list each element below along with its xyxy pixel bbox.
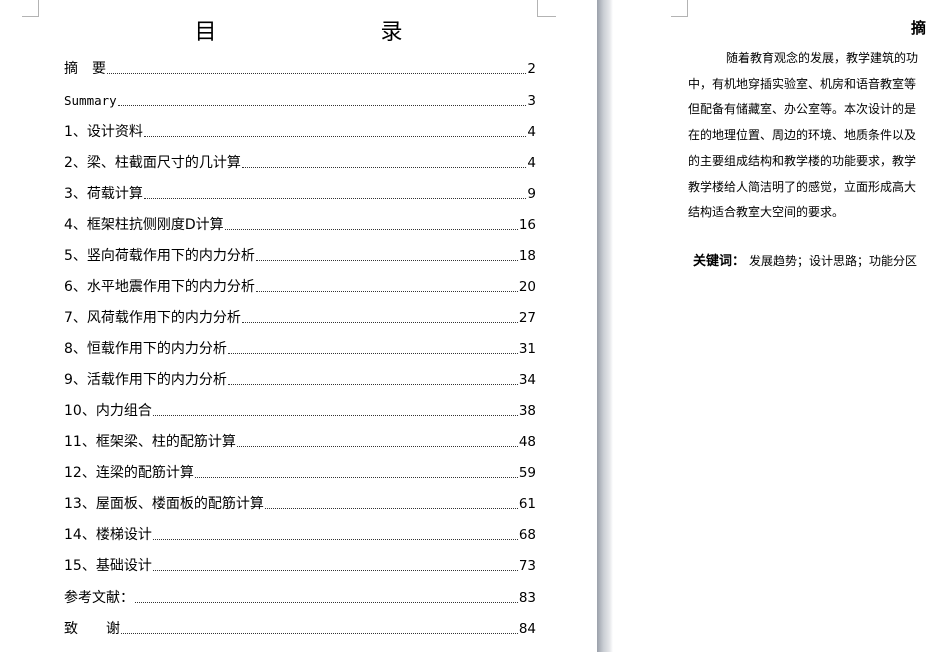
toc-leader-dots [152, 415, 518, 416]
toc-leader-dots [255, 291, 518, 292]
toc-entry-label: 10、内力组合 [64, 403, 152, 419]
toc-entry[interactable]: 1、设计资料 4 [64, 119, 536, 141]
toc-entry-label: 2、梁、柱截面尺寸的几计算 [64, 155, 241, 171]
toc-entry-page: 27 [518, 310, 536, 326]
keywords-line: 关键词： 发展趋势；设计思路；功能分区 [693, 250, 917, 269]
toc-entry-label: 摘 要 [64, 61, 106, 77]
toc-leader-dots [241, 322, 518, 323]
toc-entry[interactable]: 摘 要 2 [64, 56, 536, 78]
toc-leader-dots [194, 477, 518, 478]
toc-entry-label: 致 谢 [64, 621, 120, 637]
abstract-line: 但配备有储藏室、办公室等。本次设计的是 [688, 102, 917, 116]
toc-entry[interactable]: 12、连梁的配筋计算 59 [64, 460, 536, 482]
toc-leader-dots [241, 167, 527, 168]
toc-entry[interactable]: 10、内力组合 38 [64, 398, 536, 420]
abstract-line: 在的地理位置、周边的环境、地质条件以及 [688, 128, 917, 142]
abstract-title: 摘 [911, 19, 927, 37]
keywords-label: 关键词： [693, 254, 746, 269]
toc-entry-label: 8、恒载作用下的内力分析 [64, 341, 227, 357]
page-gutter [597, 0, 613, 652]
toc-entry-label: 7、风荷载作用下的内力分析 [64, 310, 241, 326]
toc-entry-page: 4 [527, 124, 536, 140]
toc-entry-label: 3、荷载计算 [64, 186, 143, 202]
toc-entry-label: 5、竖向荷载作用下的内力分析 [64, 248, 255, 264]
toc-entry[interactable]: 7、风荷载作用下的内力分析 27 [64, 305, 536, 327]
toc-entry[interactable]: 2、梁、柱截面尺寸的几计算 4 [64, 150, 536, 172]
toc-leader-dots [121, 633, 518, 634]
toc-entry[interactable]: 13、屋面板、楼面板的配筋计算 61 [64, 491, 536, 513]
toc-entry[interactable]: 6、水平地震作用下的内力分析 20 [64, 274, 536, 296]
toc-leader-dots [227, 353, 518, 354]
toc-entry-page: 83 [518, 590, 536, 606]
toc-entry-page: 38 [518, 403, 536, 419]
toc-leader-dots [143, 198, 527, 199]
toc-entry-page: 59 [518, 465, 536, 481]
toc-entry[interactable]: 4、框架柱抗侧刚度D计算 16 [64, 212, 536, 234]
toc-entry-page: 3 [527, 93, 536, 109]
abstract-line: 的主要组成结构和教学楼的功能要求，教学 [688, 154, 917, 168]
toc-entry-label: 12、连梁的配筋计算 [64, 465, 194, 481]
toc-entry-page: 31 [518, 341, 536, 357]
toc-entry-page: 2 [527, 61, 536, 77]
toc-entry-page: 48 [518, 434, 536, 450]
toc-entry-label: 1、设计资料 [64, 124, 143, 140]
toc-entry-label: 4、框架柱抗侧刚度D计算 [64, 217, 224, 233]
toc-entry[interactable]: 11、框架梁、柱的配筋计算 48 [64, 429, 536, 451]
toc-entry-page: 9 [527, 186, 536, 202]
toc-entry[interactable]: 致 谢 84 [64, 616, 536, 638]
toc-entry-page: 16 [518, 217, 536, 233]
toc-entry-label: Summary [64, 93, 117, 108]
toc-entry[interactable]: Summary 3 [64, 88, 536, 110]
toc-entry-page: 18 [518, 248, 536, 264]
toc-entry-label: 13、屋面板、楼面板的配筋计算 [64, 496, 264, 512]
abstract-page: 摘 随着教育观念的发展，教学建筑的功中，有机地穿插实验室、机房和语音教室等 但配备… [613, 0, 933, 652]
abstract-line: 中，有机地穿插实验室、机房和语音教室等 [688, 77, 917, 91]
keywords-text: 发展趋势；设计思路；功能分区 [749, 254, 918, 268]
toc-entry-label: 参考文献： [64, 590, 134, 606]
toc-entry[interactable]: 5、竖向荷载作用下的内力分析 18 [64, 243, 536, 265]
abstract-line: 随着教育观念的发展，教学建筑的功 [726, 51, 919, 65]
toc-leader-dots [152, 539, 518, 540]
toc-entry-label: 6、水平地震作用下的内力分析 [64, 279, 255, 295]
toc-leader-dots [255, 260, 518, 261]
toc-entry-page: 84 [518, 621, 536, 637]
toc-entry-label: 9、活载作用下的内力分析 [64, 372, 227, 388]
toc-entry[interactable]: 15、基础设计 73 [64, 553, 536, 575]
toc-leader-dots [117, 105, 527, 106]
toc-entry-label: 15、基础设计 [64, 558, 152, 574]
toc-entry-label: 14、楼梯设计 [64, 527, 152, 543]
toc-leader-dots [143, 136, 527, 137]
toc-leader-dots [264, 508, 518, 509]
toc-entry-label: 11、框架梁、柱的配筋计算 [64, 434, 236, 450]
toc-leader-dots [152, 570, 518, 571]
toc-entry-page: 20 [518, 279, 536, 295]
toc-leader-dots [224, 229, 518, 230]
toc-entry[interactable]: 14、楼梯设计 68 [64, 522, 536, 544]
toc-leader-dots [236, 446, 518, 447]
toc-leader-dots [107, 73, 527, 74]
toc-title: 目 录 [194, 20, 443, 45]
crop-mark-top-left [671, 0, 688, 17]
toc-entry[interactable]: 9、活载作用下的内力分析 34 [64, 367, 536, 389]
abstract-line: 结构适合教室大空间的要求。 [688, 205, 845, 219]
toc-entry-page: 61 [518, 496, 536, 512]
toc-leader-dots [135, 602, 518, 603]
toc-entry-page: 34 [518, 372, 536, 388]
abstract-line: 教学楼给人简洁明了的感觉，立面形成高大 [688, 180, 917, 194]
toc-entry[interactable]: 3、荷载计算 9 [64, 181, 536, 203]
toc-entry[interactable]: 8、恒载作用下的内力分析 31 [64, 336, 536, 358]
toc-entry-page: 68 [518, 527, 536, 543]
toc-entry-page: 4 [527, 155, 536, 171]
toc-page: 目 录 摘 要 2 Summary 3 1、设计资料 4 2、梁、柱截面尺寸的几计算 4 3、荷… [0, 0, 597, 652]
toc-entry[interactable]: 参考文献： 83 [64, 585, 536, 607]
toc-entry-page: 73 [518, 558, 536, 574]
toc-leader-dots [227, 384, 518, 385]
